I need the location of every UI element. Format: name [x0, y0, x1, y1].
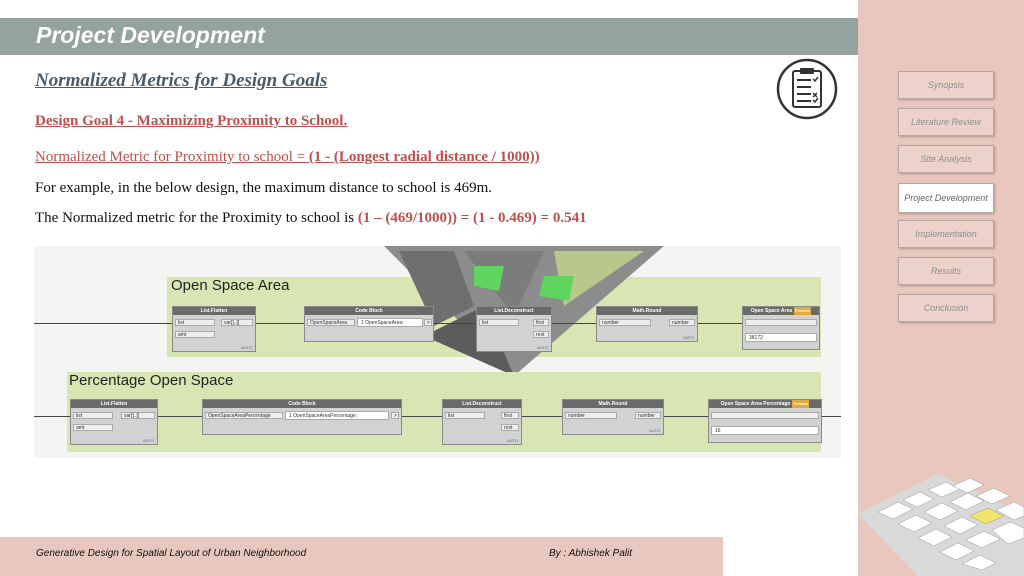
group-title-percentage-open-space: Percentage Open Space — [69, 372, 234, 389]
nav-results[interactable]: Results — [898, 257, 994, 285]
nav-implementation[interactable]: Implementation — [898, 220, 994, 248]
example-text: For example, in the below design, the ma… — [35, 180, 493, 196]
metric-formula: (1 - (Longest radial distance / 1000)) — [308, 149, 540, 165]
node-watch-open-space-area-percentage[interactable]: Open Space Area Percentage Preview 16 — [708, 399, 822, 443]
nav-conclusion[interactable]: Conclusion — [898, 294, 994, 322]
port-first[interactable]: first — [501, 412, 519, 419]
node-code-block-2[interactable]: Code Block OpenSpaceAreaPercentage 1 Ope… — [202, 399, 402, 435]
footer-author: By : Abhishek Palit — [549, 548, 633, 559]
port-output[interactable]: var[]..[] — [221, 319, 253, 326]
port-list[interactable]: list — [479, 319, 519, 326]
wire — [254, 323, 304, 324]
node-list-flatten-2[interactable]: List.Flatten list amt var[]..[] AUTO — [70, 399, 158, 445]
watch-value: 16 — [711, 426, 819, 435]
result-value: (1 – (469/1000)) = (1 - 0.469) = 0.541 — [357, 210, 587, 226]
result-prefix: The Normalized metric for the Proximity … — [35, 210, 358, 226]
wire — [156, 416, 202, 417]
result-line: The Normalized metric for the Proximity … — [35, 210, 587, 227]
auto-label: AUTO — [240, 345, 252, 350]
metric-prefix: Normalized Metric for Proximity to schoo… — [35, 149, 309, 165]
port-input[interactable]: OpenSpaceAreaPercentage — [205, 412, 283, 419]
isometric-city-illustration — [858, 474, 1024, 576]
nav-project-development[interactable]: Project Development — [898, 183, 994, 213]
node-title: List.Deconstruct — [477, 307, 551, 315]
node-title: List.Flatten — [173, 307, 255, 315]
port-rest[interactable]: rest — [501, 424, 519, 431]
node-list-flatten-1[interactable]: List.Flatten list amt var[]..[] AUTO — [172, 306, 256, 352]
nav-literature-review[interactable]: Literature Review — [898, 108, 994, 136]
wire — [662, 416, 708, 417]
node-title-text: Open Space Area — [750, 308, 793, 314]
code-text[interactable]: 1 OpenSpaceArea; — [357, 318, 423, 327]
wire — [696, 323, 742, 324]
port-input[interactable] — [711, 412, 819, 419]
port-output[interactable]: > — [391, 412, 399, 419]
auto-label: AUTO — [682, 335, 694, 340]
node-math-round-1[interactable]: Math.Round number number AUTO — [596, 306, 698, 342]
port-output[interactable]: number — [635, 412, 661, 419]
node-code-block-1[interactable]: Code Block OpenSpaceArea 1 OpenSpaceArea… — [304, 306, 434, 342]
node-list-deconstruct-1[interactable]: List.Deconstruct list first rest AUTO — [476, 306, 552, 352]
node-title: Open Space Area Preview — [743, 307, 819, 315]
preview-badge: Preview — [792, 400, 810, 408]
auto-label: AUTO — [142, 438, 154, 443]
node-math-round-2[interactable]: Math.Round number number AUTO — [562, 399, 664, 435]
node-title: List.Flatten — [71, 400, 157, 408]
wire — [820, 416, 841, 417]
node-title: Math.Round — [563, 400, 663, 408]
design-goal-heading: Design Goal 4 - Maximizing Proximity to … — [35, 113, 348, 129]
section-subtitle: Normalized Metrics for Design Goals — [35, 70, 328, 91]
slide-title: Project Development — [36, 22, 265, 48]
nav-synopsis[interactable]: Synopsis — [898, 71, 994, 99]
dynamo-graph-screenshot: Open Space Area List.Flatten list amt va… — [34, 246, 841, 458]
port-amt[interactable]: amt — [175, 331, 215, 338]
wire — [550, 323, 596, 324]
auto-label: AUTO — [536, 345, 548, 350]
node-title: Code Block — [305, 307, 433, 315]
port-rest[interactable]: rest — [533, 331, 549, 338]
wire — [520, 416, 562, 417]
wire — [34, 416, 72, 417]
port-input[interactable] — [745, 319, 817, 326]
port-output[interactable]: > — [424, 319, 432, 326]
checklist-icon — [776, 58, 838, 120]
node-title: Math.Round — [597, 307, 697, 315]
node-title: Code Block — [203, 400, 401, 408]
wire — [34, 323, 174, 324]
node-title-text: Open Space Area Percentage — [720, 401, 791, 407]
wire — [400, 416, 442, 417]
node-title: List.Deconstruct — [443, 400, 521, 408]
port-input[interactable]: number — [565, 412, 617, 419]
group-title-open-space-area: Open Space Area — [171, 277, 290, 294]
watch-value: 38172 — [745, 333, 817, 342]
auto-label: AUTO — [648, 428, 660, 433]
port-input[interactable]: number — [599, 319, 651, 326]
nav-site-analysis[interactable]: Site Analysis — [898, 145, 994, 173]
metric-formula-line: Normalized Metric for Proximity to schoo… — [35, 149, 540, 166]
footer-project-title: Generative Design for Spatial Layout of … — [36, 548, 307, 559]
port-list[interactable]: list — [73, 412, 113, 419]
port-list[interactable]: list — [175, 319, 215, 326]
port-output[interactable]: number — [669, 319, 695, 326]
port-amt[interactable]: amt — [73, 424, 113, 431]
wire — [432, 323, 476, 324]
auto-label: AUTO — [506, 438, 518, 443]
port-list[interactable]: list — [445, 412, 485, 419]
preview-badge: Preview — [794, 307, 812, 315]
port-input[interactable]: OpenSpaceArea — [307, 319, 355, 326]
port-first[interactable]: first — [533, 319, 549, 326]
code-text[interactable]: 1 OpenSpaceAreaPercentage; — [285, 411, 389, 420]
node-watch-open-space-area[interactable]: Open Space Area Preview 38172 — [742, 306, 820, 350]
node-list-deconstruct-2[interactable]: List.Deconstruct list first rest AUTO — [442, 399, 522, 445]
node-title: Open Space Area Percentage Preview — [709, 400, 821, 408]
port-output[interactable]: var[]..[] — [121, 412, 155, 419]
